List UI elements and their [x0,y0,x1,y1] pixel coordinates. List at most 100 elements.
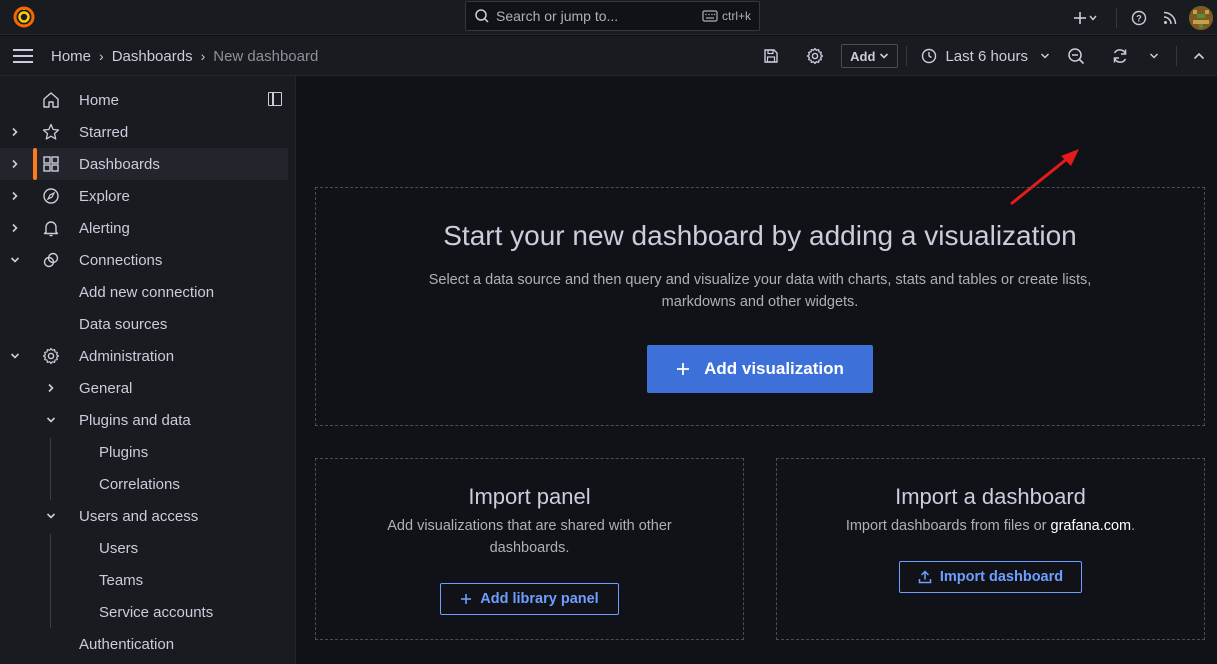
zoom-out-button[interactable] [1060,40,1092,72]
chevron-right-icon[interactable] [8,189,22,203]
empty-dashboard-title: Start your new dashboard by adding a vis… [443,220,1077,251]
chevron-right-icon[interactable] [8,221,22,235]
sidebar-item-home[interactable]: Home [0,84,288,116]
chevron-down-icon [1040,53,1050,59]
search-input[interactable]: Search or jump to... ctrl+k [465,1,760,31]
plus-icon [1074,11,1097,24]
chevron-right-icon[interactable] [8,125,22,139]
sidebar-item-alerting[interactable]: Alerting [0,212,288,244]
main-content: Start your new dashboard by adding a vis… [297,76,1217,664]
bell-icon [42,219,60,237]
sidebar-item-dashboards[interactable]: Dashboards [0,148,288,180]
import-dashboard-button[interactable]: Import dashboard [899,561,1082,593]
add-button[interactable]: Add [841,44,899,68]
clock-icon [922,48,937,64]
sidebar-item-general[interactable]: General [0,372,288,404]
import-dashboard-text: Import dashboards from files or grafana.… [777,515,1204,537]
sidebar-item-label: Plugins [99,443,149,461]
add-label: Add [850,48,876,64]
sidebar-item-label: Users [99,539,139,557]
divider [906,46,908,66]
sidebar-item-administration[interactable]: Administration [0,340,288,372]
breadcrumb-home[interactable]: Home [51,48,91,65]
new-menu-button[interactable] [1066,0,1106,35]
dashboards-icon [42,155,60,173]
sidebar-item-data-sources[interactable]: Data sources [0,308,288,340]
sidebar-item-label: Teams [99,571,144,589]
add-library-panel-button[interactable]: Add library panel [440,583,619,615]
news-button[interactable] [1151,0,1189,35]
sidebar-item-users[interactable]: Users [0,532,288,564]
add-visualization-button[interactable]: Add visualization [647,345,873,393]
sidebar-item-connections[interactable]: Connections [0,244,288,276]
compass-icon [42,187,60,205]
save-icon [764,49,778,63]
sidebar-item-label: Explore [79,187,130,205]
grafana-logo[interactable] [12,5,36,29]
breadcrumb: Home › Dashboards › New dashboard [51,36,318,76]
menu-icon[interactable] [12,47,34,65]
sidebar-item-add-new-connection[interactable]: Add new connection [0,276,288,308]
refresh-button[interactable] [1104,40,1136,72]
empty-dashboard-card: Start your new dashboard by adding a vis… [315,187,1205,426]
refresh-interval-button[interactable] [1142,40,1166,72]
grafana-com-link[interactable]: grafana.com [1051,518,1132,534]
breadcrumb-separator: › [99,48,104,64]
rss-icon [1163,11,1177,24]
sidebar-item-label: Plugins and data [79,411,191,429]
sidebar-item-explore[interactable]: Explore [0,180,288,212]
sidebar-item-users-and-access[interactable]: Users and access [0,500,288,532]
sidebar-item-label: Add new connection [79,283,215,301]
star-icon [42,123,60,141]
dashboard-toolbar: Add Last 6 hours [755,36,1217,76]
chevron-down-icon[interactable] [8,253,22,267]
chevron-right-icon[interactable] [8,157,22,171]
sidebar-item-label: Alerting [79,219,130,237]
keyboard-icon [702,10,718,22]
zoom-out-icon [1068,48,1085,65]
sidebar-item-authentication[interactable]: Authentication [0,628,288,660]
import-panel-text-line1: Add visualizations that are shared with … [387,518,672,534]
sidebar-item-label: Correlations [99,475,180,493]
divider [1176,46,1177,66]
avatar[interactable] [1189,5,1213,30]
sidebar-item-plugins[interactable]: Plugins [0,436,288,468]
add-visualization-label: Add visualization [704,359,844,378]
chevron-right-icon[interactable] [44,381,58,395]
sidebar-item-plugins-and-data[interactable]: Plugins and data [0,404,288,436]
connections-icon [42,251,60,269]
sidebar-item-label: Users and access [79,507,199,525]
import-dashboard-description: Import dashboards from files or [845,518,1051,534]
chevron-down-icon[interactable] [44,509,58,523]
chevron-up-icon [1193,52,1205,60]
active-indicator [33,148,37,180]
cog-icon [42,347,60,365]
breadcrumb-dashboards[interactable]: Dashboards [112,48,193,65]
empty-dashboard-subtitle-line1: Select a data source and then query and … [428,272,1092,288]
dashboard-settings-button[interactable] [799,40,831,72]
sidebar-item-correlations[interactable]: Correlations [0,468,288,500]
chevron-down-icon [880,53,889,59]
sidebar-item-service-accounts[interactable]: Service accounts [0,596,288,628]
time-range-picker[interactable]: Last 6 hours [915,48,1056,65]
import-dashboard-card: Import a dashboard Import dashboards fro… [776,458,1205,640]
chevron-down-icon[interactable] [44,413,58,427]
save-button[interactable] [755,40,787,72]
sidebar-item-label: Administration [79,347,175,365]
import-dashboard-label: Import dashboard [939,569,1064,585]
collapse-header-button[interactable] [1187,40,1211,72]
sidebar-item-teams[interactable]: Teams [0,564,288,596]
chevron-down-icon[interactable] [8,349,22,363]
help-button[interactable]: ? [1127,0,1151,35]
keyboard-shortcut: ctrl+k [702,9,751,23]
sidebar-item-label: Authentication [79,635,175,653]
sidebar-item-label: Service accounts [99,603,214,621]
shortcut-label: ctrl+k [721,9,751,23]
plus-icon [677,363,690,375]
sidebar-item-starred[interactable]: Starred [0,116,288,148]
sidebar-item-label: Data sources [79,315,168,333]
empty-dashboard-subtitle-line2: markdowns and other widgets. [661,294,859,310]
breadcrumb-current: New dashboard [213,47,319,65]
sidebar-item-label: Connections [79,251,163,269]
sidebar-item-label: Home [79,91,120,109]
